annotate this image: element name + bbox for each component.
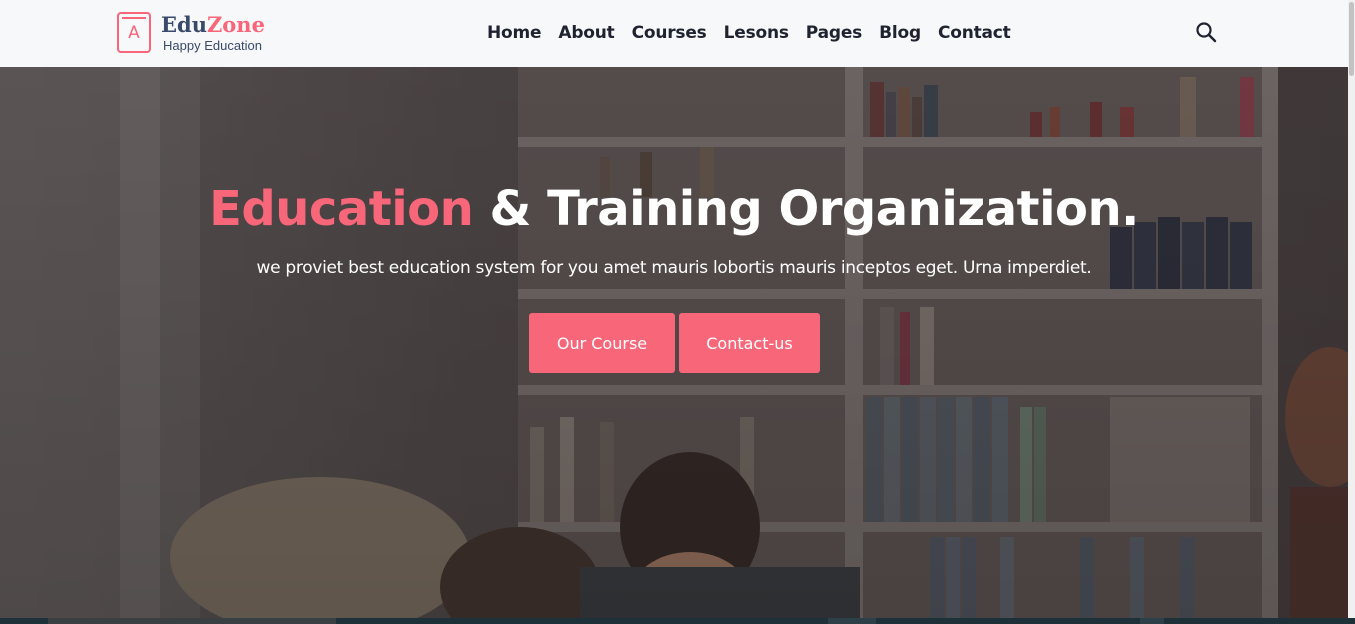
book-letter: A [128,23,140,43]
peek-segment [828,618,876,624]
hero-title-rest: & Training Organization. [473,181,1140,237]
site-header: A EduZone Happy Education Home About Cou… [0,0,1348,67]
next-section-peek [0,618,1355,624]
hero-section: Education & Training Organization. we pr… [0,67,1348,618]
brand-name-part1: Edu [161,12,207,37]
brand-name: EduZone [161,12,265,38]
nav-lesons[interactable]: Lesons [724,22,789,44]
nav-blog[interactable]: Blog [879,22,921,44]
book-icon: A [117,12,151,53]
nav-contact[interactable]: Contact [938,22,1011,44]
hero-title-accent: Education [209,181,474,237]
hero-subtitle: we proviet best education system for you… [256,258,1092,278]
our-course-button[interactable]: Our Course [529,313,675,373]
search-icon[interactable] [1195,21,1217,43]
brand-tagline: Happy Education [163,38,263,53]
main-nav: Home About Courses Lesons Pages Blog Con… [487,22,1028,44]
peek-segment [48,618,336,624]
contact-us-button[interactable]: Contact-us [679,313,820,373]
nav-about[interactable]: About [558,22,614,44]
nav-pages[interactable]: Pages [806,22,862,44]
brand-name-part2: Zone [206,12,265,37]
brand-logo[interactable]: A EduZone Happy Education [117,12,265,53]
nav-courses[interactable]: Courses [632,22,707,44]
hero-title: Education & Training Organization. [0,179,1348,239]
scrollbar-thumb[interactable] [1349,2,1354,76]
peek-segment [1140,618,1164,624]
page-scrollbar[interactable] [1348,0,1355,618]
brand-text: EduZone Happy Education [161,12,265,53]
nav-home[interactable]: Home [487,22,542,44]
